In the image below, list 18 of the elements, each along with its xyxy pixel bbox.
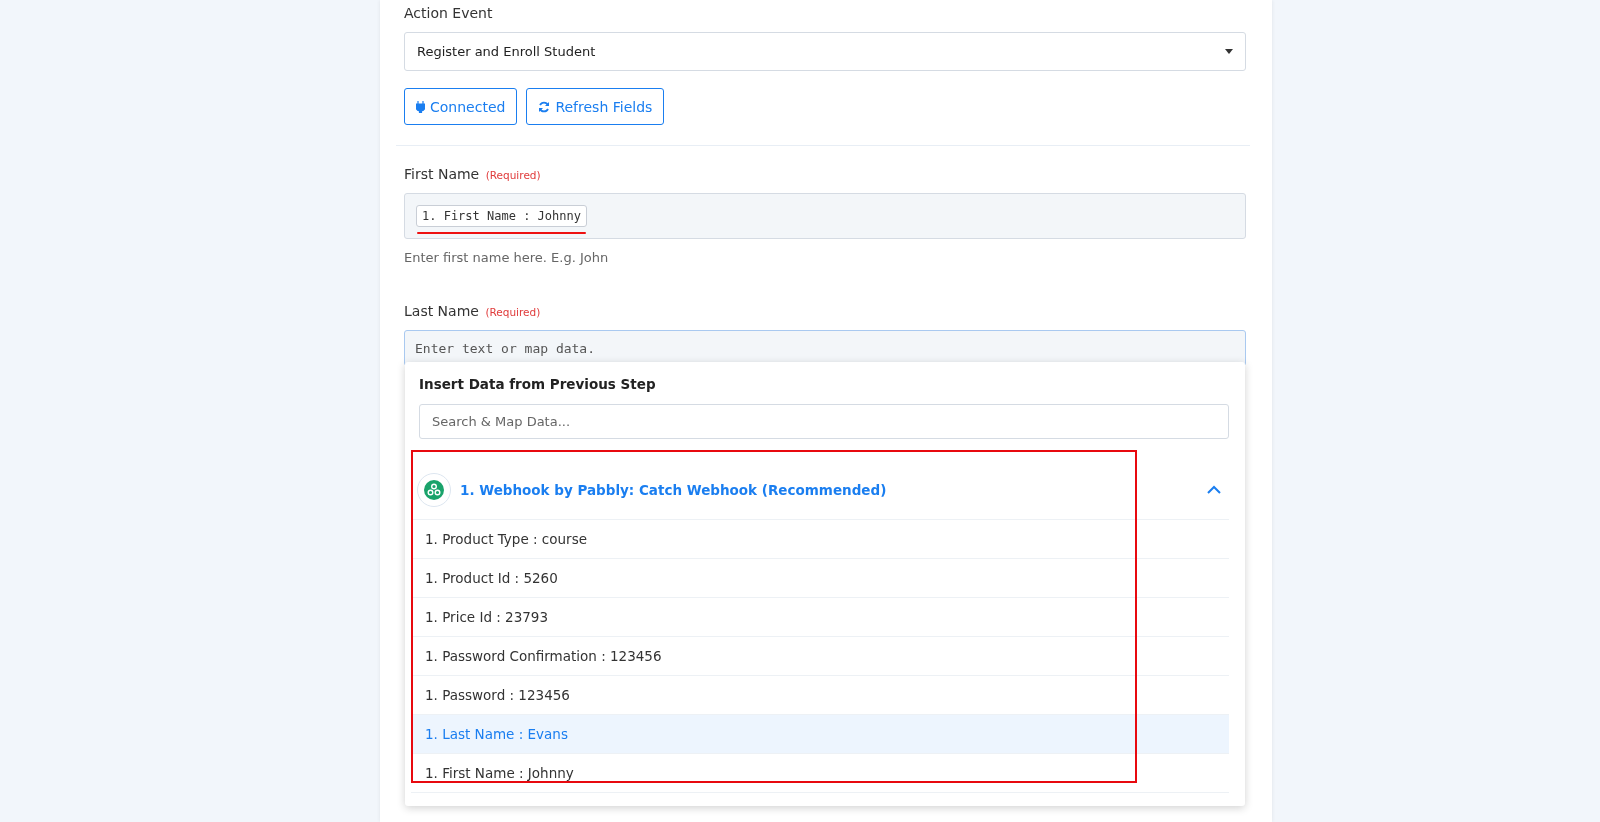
search-field[interactable]: Search & Map Data... [419,404,1229,439]
refresh-icon [538,100,551,113]
chevron-up-icon [1207,485,1221,494]
connected-button[interactable]: Connected [404,88,518,125]
webhook-icon [417,472,451,507]
data-option[interactable]: 1. Last Name : Evans [411,715,1229,754]
field-label: Last Name [404,303,479,319]
field-label: Action Event [404,5,493,21]
plug-icon [416,100,425,113]
caret-icon [1225,49,1233,54]
field-hint: Enter first name here. E.g. John [404,250,610,265]
first-name-field[interactable]: 1. First Name : Johnny [404,193,1246,239]
required-note: (Required) [485,169,541,181]
field-label: First Name [404,166,480,182]
required-note: (Required) [485,306,541,318]
refresh-button[interactable]: Refresh Fields [526,88,665,125]
dropdown-title: Insert Data from Previous Step [419,376,657,392]
action-event-select[interactable]: Register and Enroll Student [404,32,1246,71]
